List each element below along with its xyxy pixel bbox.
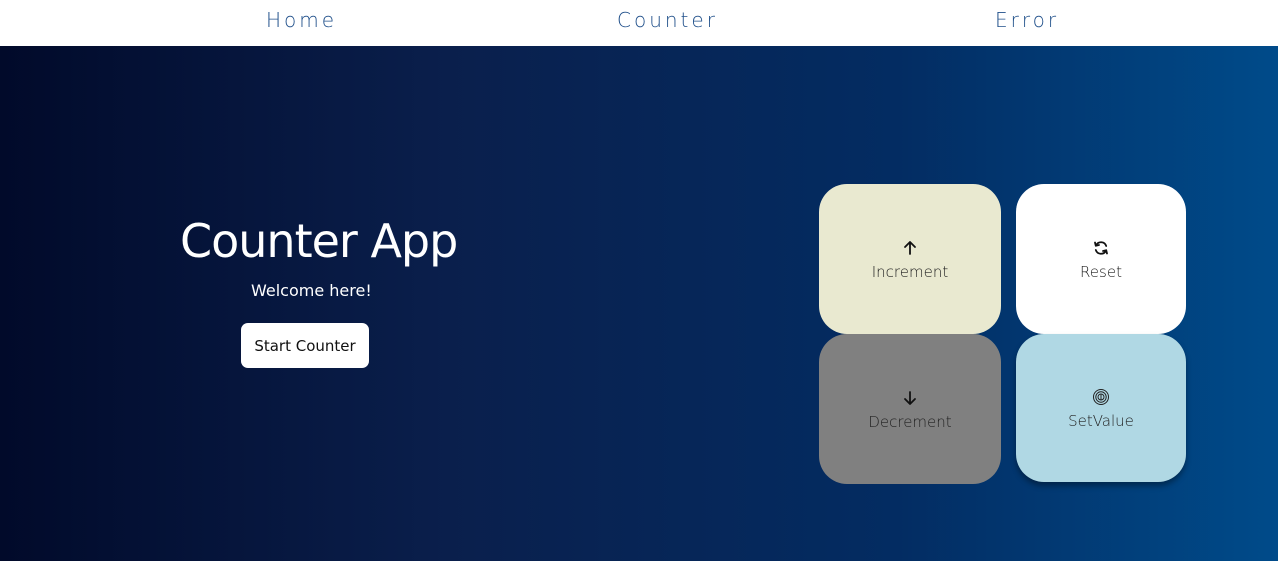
increment-label: Increment	[871, 263, 949, 281]
reset-button[interactable]: Reset	[1016, 184, 1186, 334]
welcome-text: Welcome here!	[251, 281, 372, 300]
top-navigation: Home Counter Error	[0, 0, 1278, 46]
decrement-button[interactable]: Decrement	[819, 334, 1001, 484]
arrow-down-icon	[902, 387, 918, 409]
nav-link-home[interactable]: Home	[266, 8, 337, 36]
set-value-label: SetValue	[1068, 412, 1134, 430]
arrow-up-icon	[902, 237, 918, 259]
increment-button[interactable]: Increment	[819, 184, 1001, 334]
nav-link-error[interactable]: Error	[995, 8, 1059, 36]
page-title: Counter App	[180, 214, 458, 268]
refresh-icon	[1093, 237, 1109, 259]
start-counter-button[interactable]: Start Counter	[241, 323, 369, 368]
fingerprint-icon	[1092, 386, 1110, 408]
set-value-button[interactable]: SetValue	[1016, 334, 1186, 482]
reset-label: Reset	[1080, 263, 1122, 281]
hero-section: Counter App Welcome here! Start Counter …	[0, 46, 1278, 561]
decrement-label: Decrement	[868, 413, 952, 431]
nav-link-counter[interactable]: Counter	[617, 8, 718, 36]
